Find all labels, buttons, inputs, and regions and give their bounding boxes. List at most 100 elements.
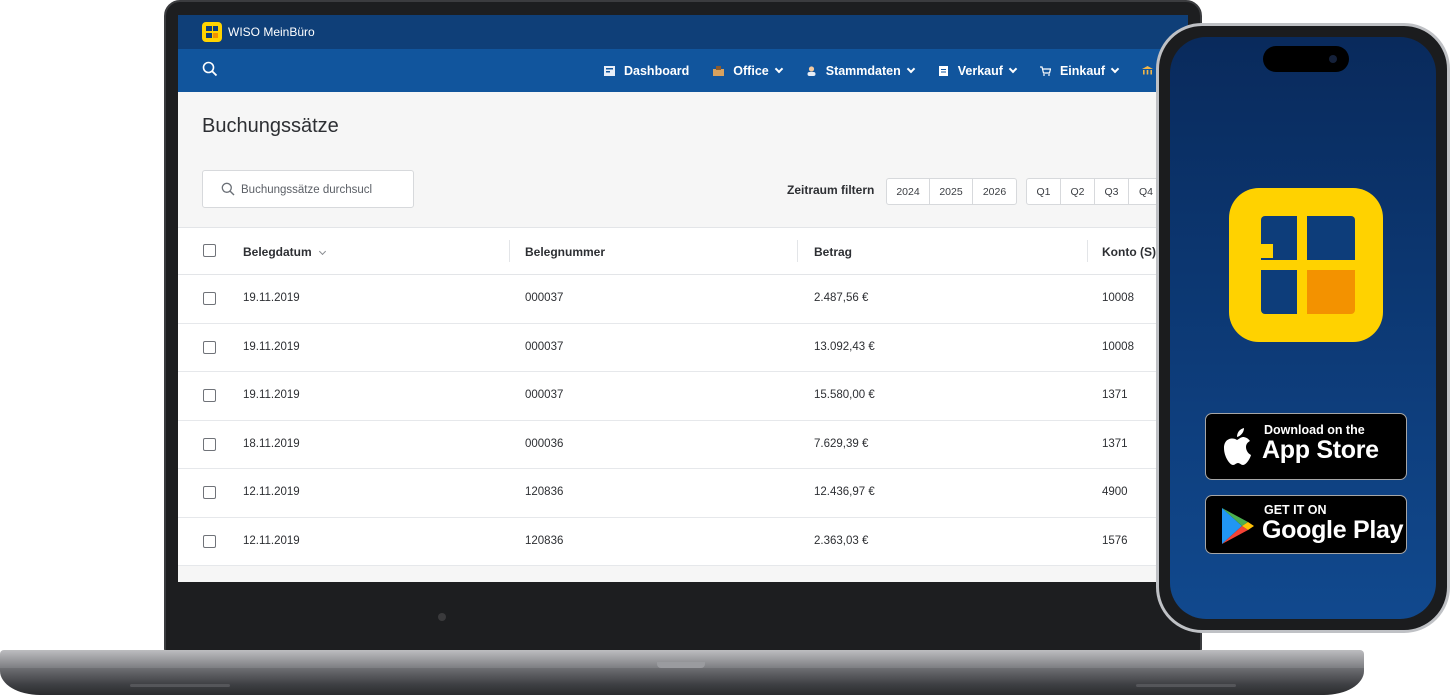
cart-icon [1039,65,1051,76]
cell-date: 12.11.2019 [243,486,300,498]
row-checkbox[interactable] [203,389,216,402]
cell-date: 19.11.2019 [243,389,300,401]
laptop-foot [130,684,230,687]
column-header-label: Belegdatum [243,245,312,259]
page-title: Buchungssätze [202,115,339,137]
quarter-filter-group: Q1 Q2 Q3 Q4 [1026,178,1166,205]
cell-date: 18.11.2019 [243,437,300,450]
cell-number: 000037 [525,340,564,353]
nav-item-office[interactable]: Office [713,63,783,78]
google-play-button[interactable]: GET IT ON Google Play [1205,495,1407,554]
cell-account: 4900 [1102,486,1128,498]
column-header-konto[interactable]: Konto (S) [1102,245,1156,259]
year-filter-2024[interactable]: 2024 [887,179,930,204]
bank-icon [1142,65,1154,74]
nav-item-einkauf[interactable]: Einkauf [1039,63,1120,78]
document-icon [938,65,948,76]
chevron-down-icon [906,64,916,74]
column-header-betrag[interactable]: Betrag [814,245,852,259]
dashboard-icon [604,65,615,76]
period-filter-label: Zeitraum filtern [787,183,875,197]
quarter-filter-q2[interactable]: Q2 [1061,179,1095,204]
table-row[interactable]: 19.11.2019 000037 13.092,43 € 10008 [178,324,1188,372]
quarter-filter-q1[interactable]: Q1 [1027,179,1061,204]
app-topbar: WISO MeinBüro [178,15,1188,49]
cell-number: 000036 [525,437,564,450]
office-icon [713,65,725,76]
year-filter-group: 2024 2025 2026 [886,178,1017,205]
app-store-small-text: Download on the [1264,423,1365,437]
phone-screen: Download on the App Store GET IT ON Goog… [1170,37,1436,619]
column-header-belegnummer[interactable]: Belegnummer [525,245,605,259]
person-icon [807,65,816,76]
laptop-base [0,650,1452,695]
bookings-table: Belegdatum Belegnummer Betrag Konto (S) … [178,227,1188,566]
search-icon[interactable] [202,61,218,77]
nav-item-verkauf[interactable]: Verkauf [938,64,1018,78]
select-all-checkbox[interactable] [203,244,216,257]
search-icon [221,182,235,196]
phone: Download on the App Store GET IT ON Goog… [1156,23,1450,633]
table-row[interactable]: 12.11.2019 120836 2.363,03 € 1576 [178,518,1188,566]
row-checkbox[interactable] [203,292,216,305]
cell-date: 19.11.2019 [243,340,300,353]
nav-item-stammdaten[interactable]: Stammdaten [806,63,916,78]
cell-date: 12.11.2019 [243,534,300,547]
search-field[interactable] [202,170,414,208]
column-divider [1087,240,1088,262]
chevron-down-icon [1110,64,1120,74]
column-divider [797,240,798,262]
cell-number: 000037 [525,389,564,401]
main-nav: Dashboard Office Stammdaten Verkauf Eink… [178,49,1188,92]
year-filter-2026[interactable]: 2026 [973,179,1016,204]
row-checkbox[interactable] [203,340,216,354]
app-logo-icon [202,22,222,42]
cell-number: 000037 [525,292,564,304]
cell-account: 1576 [1102,534,1128,547]
cell-account: 10008 [1102,340,1134,353]
row-checkbox[interactable] [203,437,216,451]
app-store-button[interactable]: Download on the App Store [1205,413,1407,480]
google-play-icon [1222,508,1254,544]
nav-item-label: Einkauf [1059,63,1106,78]
device-mockup: WISO MeinBüro Dashboard Office Stammdate… [0,0,1452,695]
app-logo-icon[interactable] [1229,188,1383,342]
search-input[interactable] [241,180,411,200]
cell-amount: 13.092,43 € [814,340,875,353]
sort-chevron-icon [318,247,326,256]
chevron-down-icon [1008,64,1018,74]
cell-account: 10008 [1102,292,1134,304]
table-row[interactable]: 19.11.2019 000037 2.487,56 € 10008 [178,275,1188,324]
row-checkbox[interactable] [203,534,216,548]
google-play-big-text: Google Play [1262,516,1404,544]
app-store-big-text: App Store [1262,436,1379,464]
dynamic-island [1263,46,1349,72]
column-divider [509,240,510,262]
table-header: Belegdatum Belegnummer Betrag Konto (S) [178,227,1188,275]
nav-item-dashboard[interactable]: Dashboard [604,64,689,78]
table-row[interactable]: 19.11.2019 000037 15.580,00 € 1371 [178,372,1188,421]
cell-number: 120836 [525,534,564,547]
cell-account: 1371 [1102,437,1128,450]
quarter-filter-q3[interactable]: Q3 [1095,179,1129,204]
row-checkbox[interactable] [203,486,216,499]
apple-icon [1224,428,1251,465]
cell-amount: 2.363,03 € [814,534,869,547]
nav-item-label: Dashboard [624,63,690,78]
cell-amount: 7.629,39 € [814,437,869,450]
cell-account: 1371 [1102,389,1128,401]
google-play-small-text: GET IT ON [1264,503,1327,517]
column-header-belegdatum[interactable]: Belegdatum [243,245,326,259]
table-row[interactable]: 18.11.2019 000036 7.629,39 € 1371 [178,421,1188,469]
nav-item-label: Office [733,63,769,78]
laptop-foot [1136,684,1236,687]
laptop-camera [438,613,446,621]
cell-number: 120836 [525,486,564,498]
cell-amount: 15.580,00 € [814,389,875,401]
chevron-down-icon [774,64,783,74]
table-row[interactable]: 12.11.2019 120836 12.436,97 € 4900 [178,469,1188,518]
cell-amount: 12.436,97 € [814,486,875,498]
year-filter-2025[interactable]: 2025 [930,179,973,204]
nav-item-label: Stammdaten [825,63,901,78]
cell-date: 19.11.2019 [243,292,300,304]
